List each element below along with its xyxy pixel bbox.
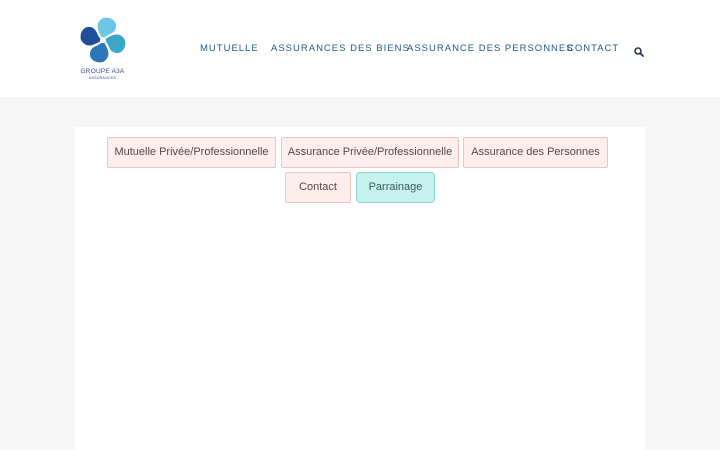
nav-item-mutuelle[interactable]: MUTUELLE <box>200 43 259 54</box>
logo-subtitle: ASSURANCES <box>88 76 117 80</box>
logo-title: GROUPE A3A <box>80 68 125 75</box>
tab-mutuelle-privee-professionnelle[interactable]: Mutuelle Privée/Professionnelle <box>107 137 276 168</box>
tab-assurance-privee-professionnelle[interactable]: Assurance Privée/Professionnelle <box>281 137 459 168</box>
content-panel: Mutuelle Privée/Professionnelle Assuranc… <box>75 127 645 450</box>
logo-emblem-icon <box>80 17 126 63</box>
search-icon[interactable] <box>634 44 644 57</box>
tab-assurance-des-personnes[interactable]: Assurance des Personnes <box>463 137 608 168</box>
logo[interactable]: GROUPE A3A ASSURANCES <box>75 14 130 84</box>
nav-item-contact[interactable]: CONTACT <box>567 43 619 54</box>
site-header: GROUPE A3A ASSURANCES MUTUELLE ASSURANCE… <box>0 0 720 97</box>
nav-item-assurances-des-biens[interactable]: ASSURANCES DES BIENS <box>271 43 410 54</box>
nav-item-assurance-des-personnes[interactable]: ASSURANCE DES PERSONNES <box>407 43 574 54</box>
tab-contact[interactable]: Contact <box>285 172 351 203</box>
tab-parrainage[interactable]: Parrainage <box>356 172 435 203</box>
